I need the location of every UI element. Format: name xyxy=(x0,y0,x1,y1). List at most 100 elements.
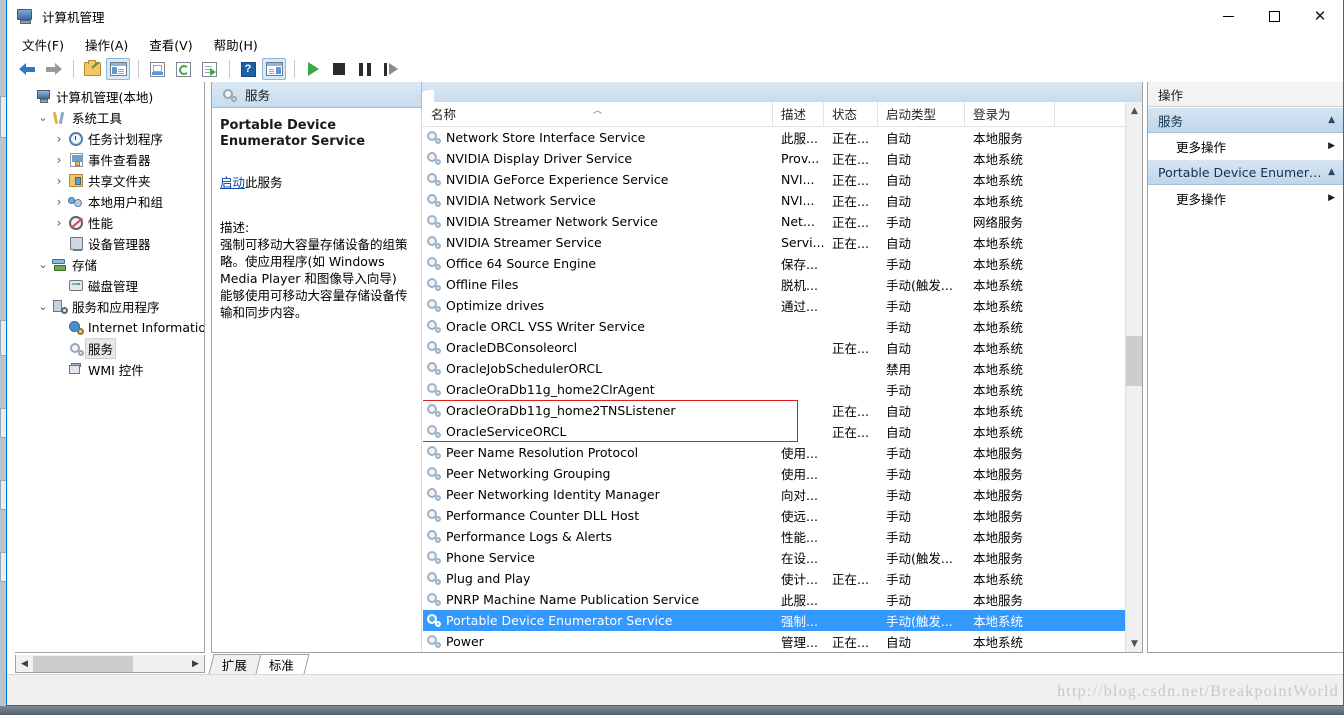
restart-service-button[interactable] xyxy=(379,58,403,80)
tree-node-2[interactable]: › 任务计划程序 xyxy=(15,128,204,149)
maximize-button[interactable] xyxy=(1251,0,1297,32)
menu-view[interactable]: 查看(V) xyxy=(144,33,202,57)
chevron-right-icon[interactable]: › xyxy=(51,216,67,230)
service-row[interactable]: OracleOraDb11g_home2TNSListener 正在... 自动 本地… xyxy=(423,400,1125,421)
pause-service-button[interactable] xyxy=(353,58,377,80)
chevron-up-icon[interactable]: ▲ xyxy=(1328,115,1335,125)
tree-node-7[interactable]: 设备管理器 xyxy=(15,233,204,254)
help-button[interactable]: ? xyxy=(236,58,260,80)
properties-button[interactable] xyxy=(145,58,169,80)
service-row[interactable]: NVIDIA Network Service NVI... 正在... 自动 本地系统 xyxy=(423,190,1125,211)
service-row[interactable]: Office 64 Source Engine 保存... 手动 本地系统 xyxy=(423,253,1125,274)
close-button[interactable]: ✕ xyxy=(1297,0,1343,32)
service-row[interactable]: Plug and Play 使计... 正在... 手动 本地系统 xyxy=(423,568,1125,589)
service-row[interactable]: NVIDIA Streamer Network Service Net... 正在.… xyxy=(423,211,1125,232)
tree-node-1[interactable]: ⌄ 系统工具 xyxy=(15,107,204,128)
tree-node-10[interactable]: ⌄ 服务和应用程序 xyxy=(15,296,204,317)
service-row[interactable]: OracleJobSchedulerORCL 禁用 本地系统 xyxy=(423,358,1125,379)
chevron-up-icon[interactable]: ▲ xyxy=(1328,167,1335,177)
service-row[interactable]: Peer Networking Identity Manager 向对... 手动 本… xyxy=(423,484,1125,505)
back-button[interactable] xyxy=(15,58,39,80)
column-header-1[interactable]: 描述 xyxy=(773,102,824,126)
column-header-3[interactable]: 启动类型 xyxy=(878,102,965,126)
service-row[interactable]: Peer Name Resolution Protocol 使用... 手动 本地服务 xyxy=(423,442,1125,463)
chevron-down-icon[interactable]: ⌄ xyxy=(35,258,51,271)
service-row[interactable]: NVIDIA Streamer Service Servi... 正在... 自动 本地… xyxy=(423,232,1125,253)
service-row[interactable]: Phone Service 在设... 手动(触发... 本地服务 xyxy=(423,547,1125,568)
chevron-down-icon[interactable]: ⌄ xyxy=(35,111,51,124)
action-group-header[interactable]: Portable Device Enumera... ▲ xyxy=(1148,159,1343,185)
service-row[interactable]: Offline Files 脱机... 手动(触发... 本地系统 xyxy=(423,274,1125,295)
tree-scroll-thumb[interactable] xyxy=(33,655,133,672)
service-description-cell: Prov... xyxy=(781,151,820,166)
snapin-header-tab[interactable]: 服务 xyxy=(212,82,422,108)
service-row[interactable]: Peer Networking Grouping 使用... 手动 本地服务 xyxy=(423,463,1125,484)
service-row[interactable]: OracleOraDb11g_home2ClrAgent 手动 本地系统 xyxy=(423,379,1125,400)
stop-service-button[interactable] xyxy=(327,58,351,80)
tree-node-0[interactable]: 计算机管理(本地) xyxy=(15,86,204,107)
service-description-cell: NVI... xyxy=(781,172,815,187)
service-row[interactable]: OracleDBConsoleorcl 正在... 自动 本地系统 xyxy=(423,337,1125,358)
action-group-header[interactable]: 服务 ▲ xyxy=(1148,107,1343,133)
tree-node-8[interactable]: ⌄ 存储 xyxy=(15,254,204,275)
tree-node-3[interactable]: › 事件查看器 xyxy=(15,149,204,170)
service-row[interactable]: Optimize drives 通过... 手动 本地系统 xyxy=(423,295,1125,316)
tree-scroll-left-icon[interactable]: ◀ xyxy=(16,656,33,672)
show-hide-tree-button[interactable] xyxy=(106,58,130,80)
scroll-up-icon[interactable]: ▲ xyxy=(1126,102,1142,119)
chevron-right-icon[interactable]: › xyxy=(51,195,67,209)
tree-scroll-track[interactable] xyxy=(33,655,187,672)
tree-node-12[interactable]: 服务 xyxy=(15,338,204,359)
tree-node-11[interactable]: Internet Information S xyxy=(15,317,204,338)
minimize-button[interactable] xyxy=(1205,0,1251,32)
tree-node-label: 性能 xyxy=(88,216,114,231)
tree-horizontal-scrollbar[interactable]: ◀ ▶ xyxy=(15,655,205,673)
list-vertical-scrollbar[interactable]: ▲ ▼ xyxy=(1125,102,1142,652)
tree-node-6[interactable]: › 性能 xyxy=(15,212,204,233)
menu-file[interactable]: 文件(F) xyxy=(17,33,74,57)
scroll-down-icon[interactable]: ▼ xyxy=(1126,635,1142,652)
refresh-button[interactable] xyxy=(171,58,195,80)
chevron-right-icon[interactable]: › xyxy=(51,174,67,188)
tree-node-label: 系统工具 xyxy=(72,111,123,126)
view-tab-0[interactable]: 扩展 xyxy=(208,654,263,674)
view-tab-1[interactable]: 标准 xyxy=(255,654,310,674)
action-item-more-actions[interactable]: 更多操作 ▶ xyxy=(1148,185,1343,211)
service-row[interactable]: NVIDIA GeForce Experience Service NVI... 正… xyxy=(423,169,1125,190)
tree-scroll-right-icon[interactable]: ▶ xyxy=(187,656,204,672)
service-gear-icon xyxy=(427,152,441,165)
column-header-2[interactable]: 状态 xyxy=(824,102,878,126)
export-list-button[interactable] xyxy=(197,58,221,80)
tree-node-13[interactable]: WMI 控件 xyxy=(15,359,204,380)
chevron-down-icon[interactable]: ⌄ xyxy=(35,300,51,313)
action-item-more-actions[interactable]: 更多操作 ▶ xyxy=(1148,133,1343,159)
column-header-0[interactable]: 名称 ︿ xyxy=(423,102,773,126)
service-row[interactable]: NVIDIA Display Driver Service Prov... 正在..… xyxy=(423,148,1125,169)
service-row[interactable]: Power 管理... 正在... 自动 本地系统 xyxy=(423,631,1125,652)
list-scroll-thumb[interactable] xyxy=(1126,336,1142,386)
service-row[interactable]: Network Store Interface Service 此服... 正在..… xyxy=(423,127,1125,148)
service-row[interactable]: Performance Counter DLL Host 使远... 手动 本地服务 xyxy=(423,505,1125,526)
start-service-button[interactable] xyxy=(301,58,325,80)
chevron-right-icon[interactable]: › xyxy=(51,132,67,146)
service-gear-icon xyxy=(427,425,441,438)
menu-help[interactable]: 帮助(H) xyxy=(209,33,268,57)
service-row[interactable]: Oracle ORCL VSS Writer Service 手动 本地系统 xyxy=(423,316,1125,337)
chevron-right-icon[interactable]: › xyxy=(51,153,67,167)
menu-action[interactable]: 操作(A) xyxy=(80,33,138,57)
service-status-cell: 正在... xyxy=(832,635,869,650)
service-row[interactable]: Portable Device Enumerator Service 强制... 手… xyxy=(423,610,1125,631)
column-header-4[interactable]: 登录为 xyxy=(965,102,1055,126)
tree-node-5[interactable]: › 本地用户和组 xyxy=(15,191,204,212)
service-row[interactable]: Performance Logs & Alerts 性能... 手动 本地服务 xyxy=(423,526,1125,547)
service-row[interactable]: PNRP Machine Name Publication Service 此服.… xyxy=(423,589,1125,610)
service-name-label: PNRP Machine Name Publication Service xyxy=(446,592,700,607)
service-gear-icon xyxy=(427,383,441,396)
show-action-pane-button[interactable] xyxy=(262,58,286,80)
start-service-link[interactable]: 启动 xyxy=(220,175,245,190)
tree-node-4[interactable]: › 共享文件夹 xyxy=(15,170,204,191)
tree-node-9[interactable]: 磁盘管理 xyxy=(15,275,204,296)
up-folder-button[interactable] xyxy=(80,58,104,80)
forward-button[interactable] xyxy=(41,58,65,80)
service-row[interactable]: OracleServiceORCL 正在... 自动 本地系统 xyxy=(423,421,1125,442)
